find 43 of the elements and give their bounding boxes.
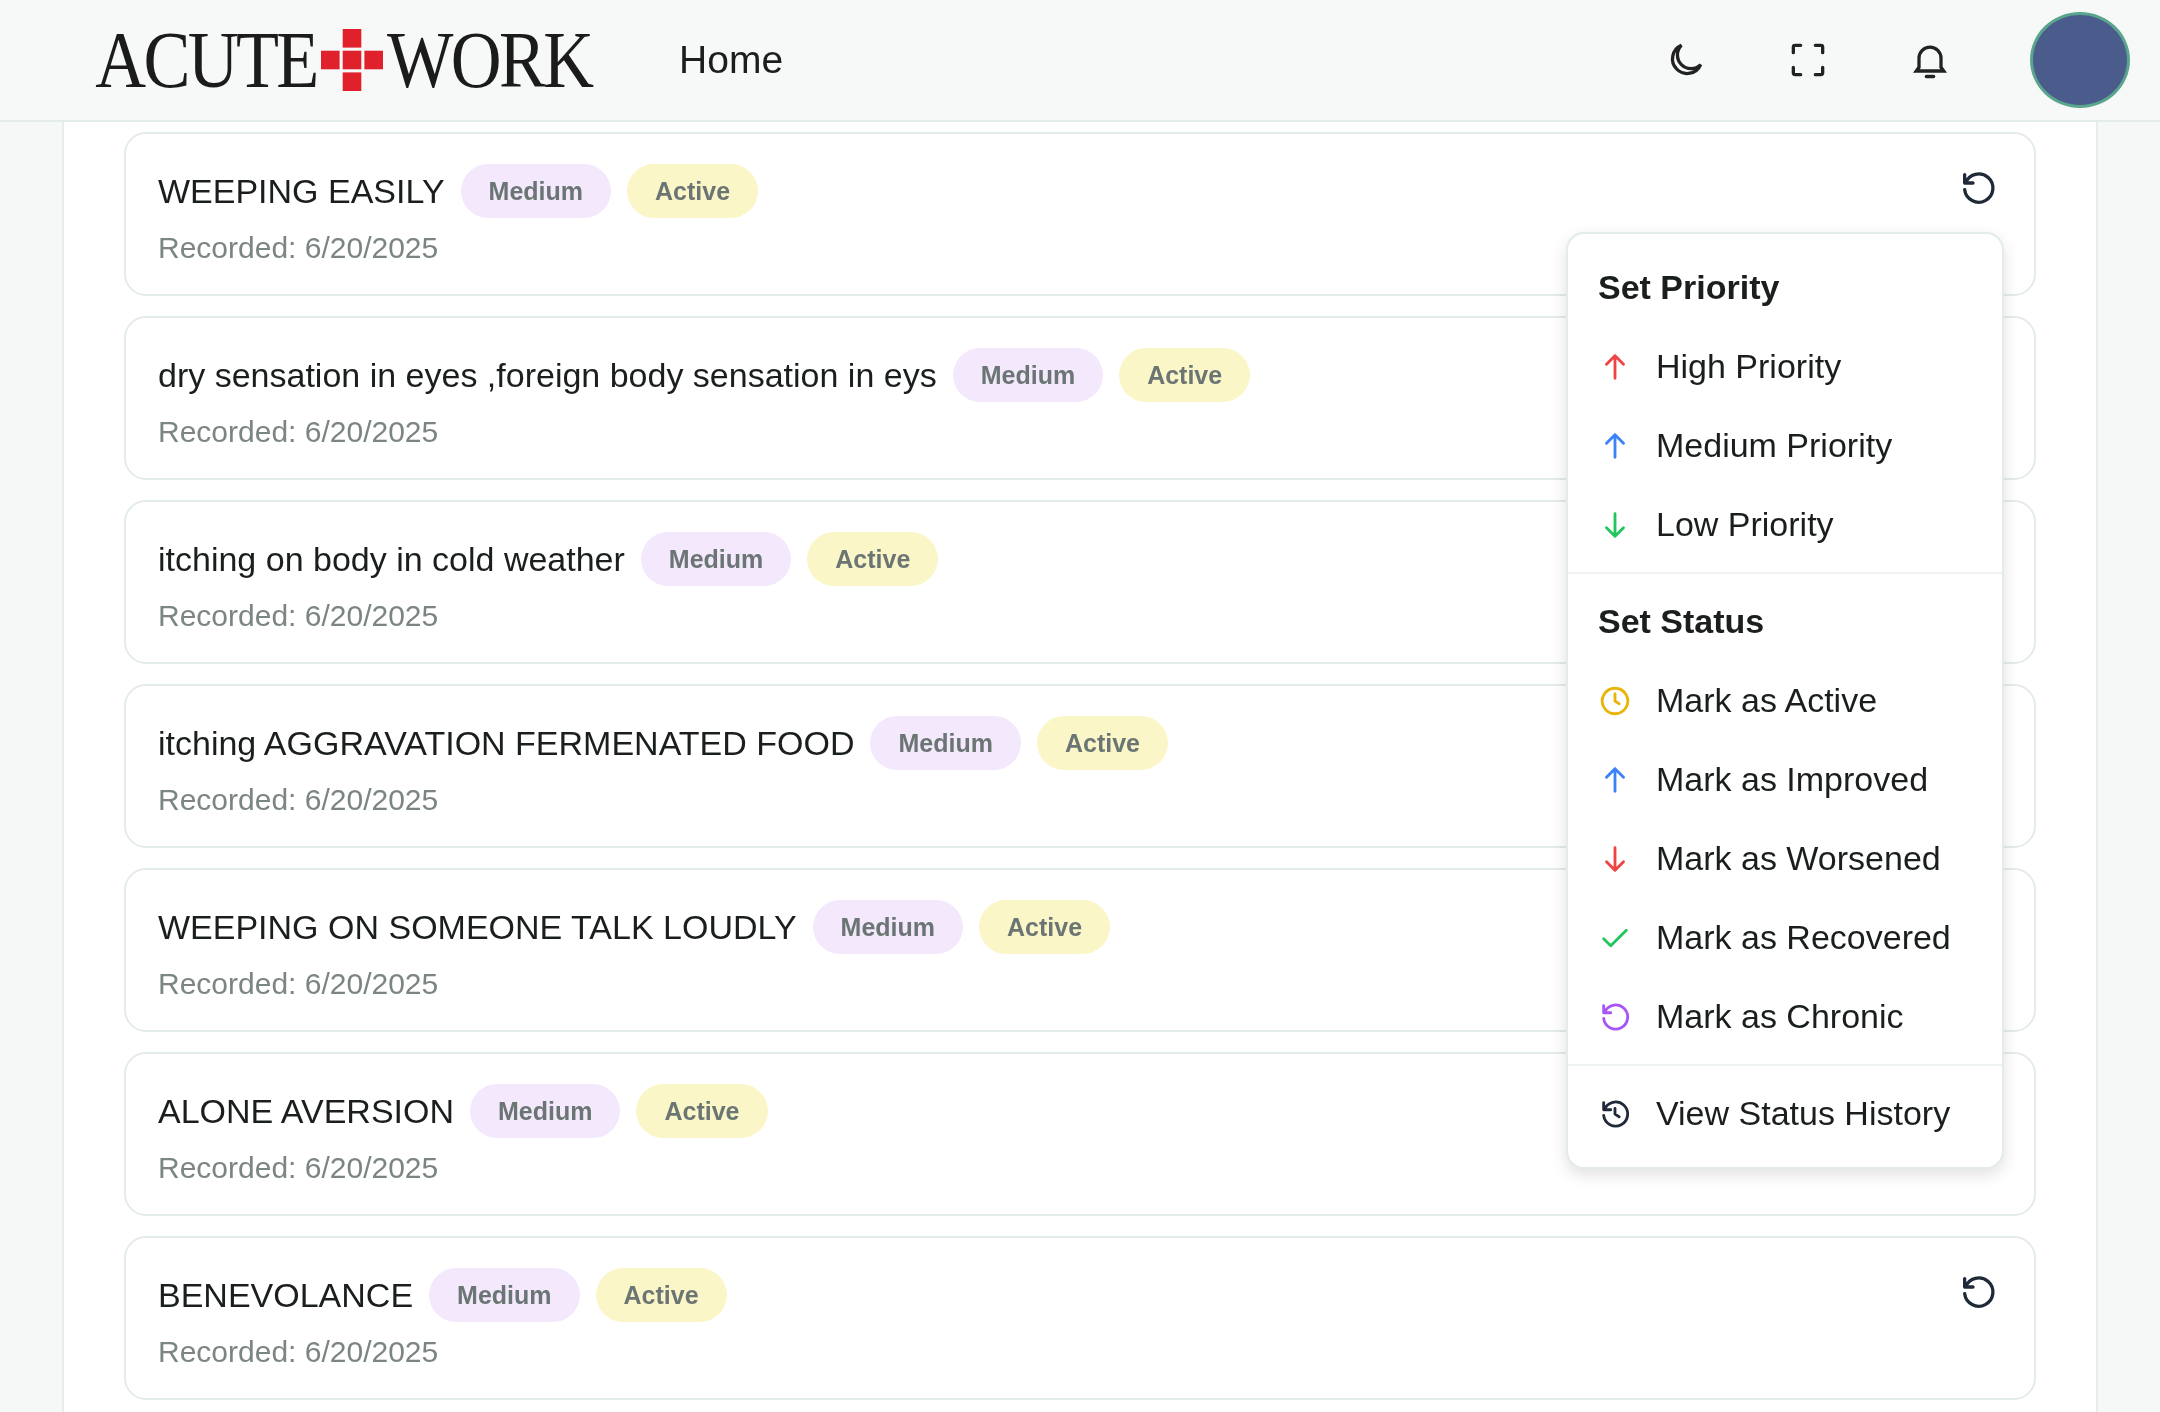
- priority-badge: Medium: [460, 164, 611, 218]
- menu-heading: Set Status: [1597, 601, 1766, 642]
- status-badge: Active: [1119, 348, 1251, 402]
- priority-badge: Medium: [812, 900, 964, 954]
- recorded-date: Recorded: 6/20/2025: [158, 1150, 439, 1186]
- status-badge: Active: [979, 900, 1111, 954]
- recorded-date: Recorded: 6/20/2025: [158, 598, 439, 634]
- home-link[interactable]: Home: [679, 30, 784, 90]
- menu-item[interactable]: Medium Priority: [1568, 406, 2002, 485]
- menu-item[interactable]: Mark as Worsened: [1568, 819, 2002, 898]
- symptom-title: itching on body in cold weather: [158, 538, 625, 580]
- status-badge: Active: [627, 164, 759, 218]
- symptom-title: WEEPING ON SOMEONE TALK LOUDLY: [158, 906, 797, 948]
- priority-badge: Medium: [640, 532, 792, 586]
- recorded-date: Recorded: 6/20/2025: [158, 966, 439, 1002]
- menu-item[interactable]: Mark as Recovered: [1568, 898, 2002, 977]
- symptom-title: WEEPING EASILY: [158, 170, 445, 212]
- menu-item[interactable]: Mark as Improved: [1568, 740, 2002, 819]
- status-badge: Active: [1036, 716, 1168, 770]
- status-badge: Active: [636, 1084, 768, 1138]
- menu-item[interactable]: Low Priority: [1568, 485, 2002, 564]
- recorded-date: Recorded: 6/20/2025: [158, 1334, 439, 1370]
- recorded-date: Recorded: 6/20/2025: [158, 414, 439, 450]
- status-badge: Active: [595, 1268, 727, 1322]
- logo-text: WORK: [386, 20, 592, 100]
- symptom-title: itching AGGRAVATION FERMENATED FOOD: [158, 722, 855, 764]
- status-badge: Active: [807, 532, 939, 586]
- symptom-title: dry sensation in eyes ,foreign body sensation in eys: [158, 354, 937, 396]
- recorded-date: Recorded: 6/20/2025: [158, 782, 439, 818]
- priority-badge: Medium: [952, 348, 1104, 402]
- symptom-title: BENEVOLANCE: [158, 1274, 414, 1316]
- menu-heading: Set Priority: [1597, 267, 1781, 308]
- menu-item[interactable]: View Status History: [1568, 1074, 2002, 1153]
- menu-item[interactable]: High Priority: [1568, 327, 2002, 406]
- menu-item[interactable]: Mark as Active: [1568, 661, 2002, 740]
- menu-item[interactable]: Mark as Chronic: [1568, 977, 2002, 1056]
- logo-text: ACUTE: [95, 20, 317, 100]
- priority-badge: Medium: [429, 1268, 580, 1322]
- symptom-title: ALONE AVERSION: [158, 1090, 455, 1132]
- priority-badge: Medium: [470, 1084, 621, 1138]
- recorded-date: Recorded: 6/20/2025: [158, 230, 439, 266]
- priority-badge: Medium: [870, 716, 1021, 770]
- cross-logo-icon: [320, 29, 383, 91]
